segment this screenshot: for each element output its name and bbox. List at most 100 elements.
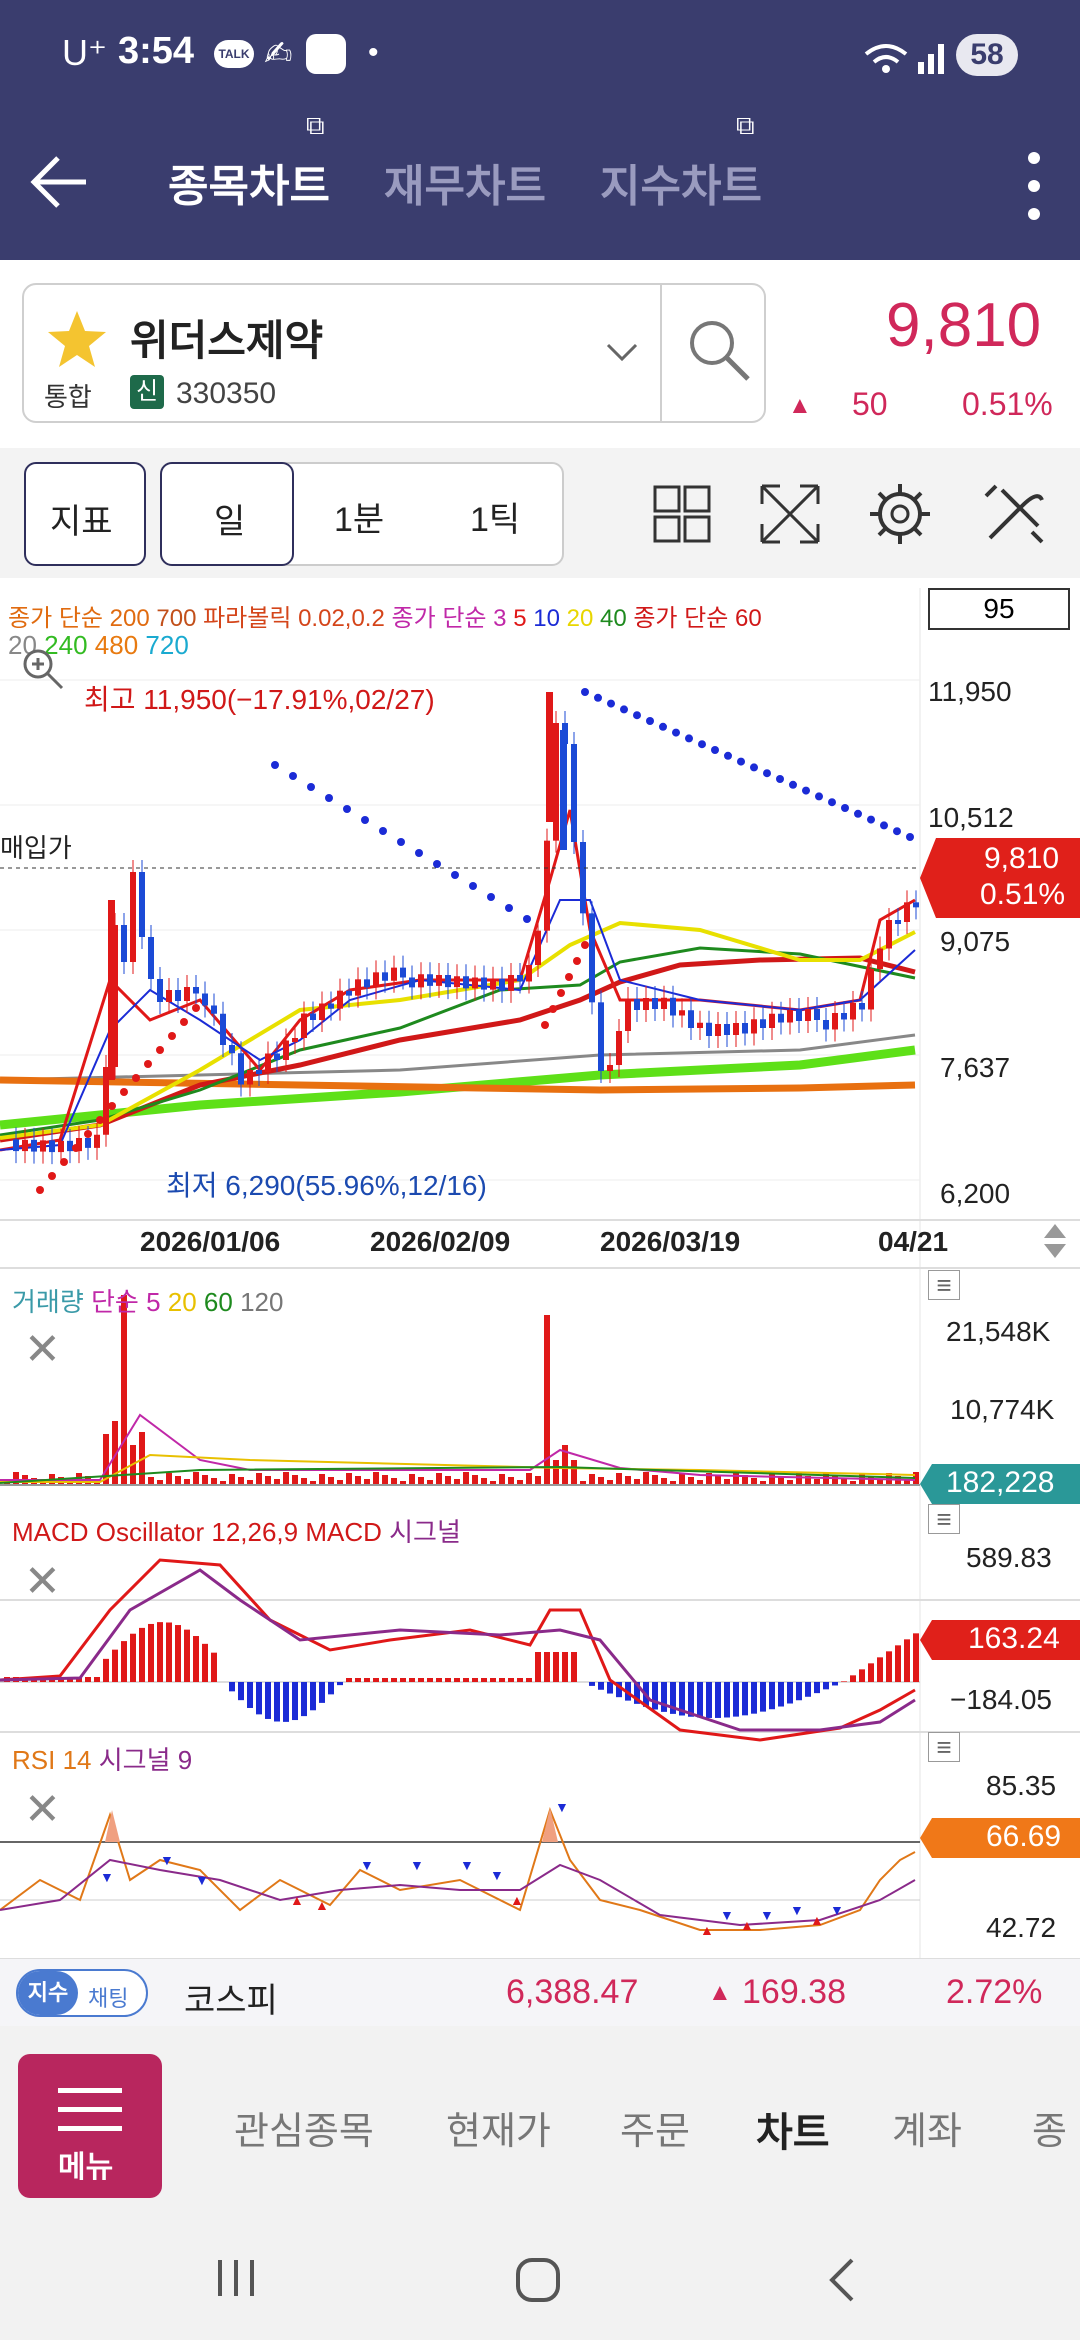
menu-button[interactable]: 메뉴 bbox=[18, 2054, 162, 2198]
sar-dot bbox=[828, 798, 836, 807]
macd-bar bbox=[571, 1652, 577, 1682]
candle-body bbox=[108, 900, 115, 1080]
chat-badge[interactable]: 채팅 bbox=[88, 1981, 128, 2013]
close-rsi-icon[interactable]: ✕ bbox=[24, 1784, 61, 1835]
nav-watchlist[interactable]: 관심종목 bbox=[234, 2100, 374, 2155]
fullscreen-icon[interactable] bbox=[758, 482, 822, 546]
macd-bar bbox=[454, 1678, 460, 1682]
volume-legend-title: 거래량 bbox=[12, 1287, 84, 1317]
nav-order[interactable]: 주문 bbox=[620, 2100, 690, 2155]
macd-menu-icon[interactable]: ≡ bbox=[928, 1504, 960, 1534]
stock-selector[interactable]: 위더스제약 통합 신 330350 bbox=[22, 283, 766, 423]
more-menu-icon[interactable] bbox=[1024, 146, 1044, 226]
index-ticker-bar[interactable]: 지수 채팅 코스피 6,388.47 ▲ 169.38 2.72% bbox=[0, 1958, 1080, 2026]
grid-layout-icon[interactable] bbox=[652, 484, 712, 544]
gear-icon[interactable] bbox=[868, 482, 932, 546]
legend-ma200: 종가 단순 200 bbox=[8, 605, 150, 632]
nav-more[interactable]: 종 bbox=[1032, 2100, 1067, 2155]
candle-body bbox=[31, 1139, 37, 1152]
sar-dot bbox=[451, 871, 459, 879]
chart-area[interactable]: ▼ ▼ ▼ ▲ ▲ ▼ ▼ ▼ ▼ ▲ ▼ ▲ ▼ ▲ ▼ ▼ ▲ ▼ 종가 단순 200 700 파라볼릭 0.… bbox=[0, 580, 1080, 1958]
sar-dot bbox=[646, 717, 654, 725]
candle-body bbox=[247, 1070, 253, 1085]
candle-body bbox=[58, 1140, 64, 1153]
home-icon[interactable] bbox=[514, 2256, 562, 2304]
app-header: 종목차트 재무차트 지수차트 ⧉ ⧉ bbox=[0, 110, 1080, 260]
candle-body bbox=[445, 975, 451, 988]
legend-ma720: 720 bbox=[145, 630, 189, 660]
macd-bar bbox=[715, 1682, 721, 1718]
candle-body bbox=[560, 730, 567, 850]
nav-current-price[interactable]: 현재가 bbox=[446, 2100, 551, 2155]
back-icon[interactable] bbox=[824, 2256, 860, 2304]
candle-body bbox=[859, 1003, 865, 1010]
candle-body bbox=[382, 972, 388, 981]
main-chart-legend: 종가 단순 200 700 파라볼릭 0.02,0.2 종가 단순 3 5 10… bbox=[8, 598, 762, 633]
date-label: 2026/03/19 bbox=[600, 1226, 741, 1257]
macd-legend-macd: MACD bbox=[305, 1517, 382, 1547]
sar-dot bbox=[307, 783, 315, 791]
star-icon[interactable] bbox=[46, 309, 108, 369]
candle-body bbox=[292, 1038, 298, 1042]
candle-body bbox=[283, 1040, 289, 1060]
close-volume-icon[interactable]: ✕ bbox=[24, 1324, 61, 1375]
macd-bar bbox=[508, 1678, 514, 1682]
candle-body bbox=[778, 1013, 784, 1023]
macd-bar bbox=[814, 1682, 820, 1694]
candle-body bbox=[679, 1010, 685, 1016]
scroll-arrows-icon[interactable] bbox=[1040, 1218, 1070, 1264]
macd-bar bbox=[130, 1633, 136, 1682]
volume-bar bbox=[418, 1477, 424, 1485]
candle-body bbox=[751, 1019, 757, 1034]
index-badge[interactable]: 지수 bbox=[18, 1971, 78, 2015]
sar-dot bbox=[549, 1005, 557, 1013]
sar-dot bbox=[685, 734, 693, 743]
rsi-menu-icon[interactable]: ≡ bbox=[928, 1732, 960, 1762]
stock-name: 위더스제약 bbox=[130, 317, 324, 364]
candle-count-input[interactable]: 95 bbox=[928, 588, 1070, 630]
wifi-signal-icon bbox=[864, 44, 944, 74]
back-arrow-icon[interactable] bbox=[28, 150, 92, 214]
candle-body bbox=[454, 976, 460, 988]
candle-body bbox=[535, 930, 541, 965]
macd-bar bbox=[886, 1651, 892, 1682]
macd-bar bbox=[760, 1682, 766, 1712]
zoom-icon[interactable] bbox=[18, 644, 68, 694]
indicator-button[interactable]: 지표 bbox=[24, 462, 146, 566]
volume-menu-icon[interactable]: ≡ bbox=[928, 1270, 960, 1300]
macd-oscillator-bars bbox=[4, 1622, 919, 1722]
rsi-signal-arrow: ▲ bbox=[810, 1912, 824, 1928]
sar-dot bbox=[659, 722, 667, 731]
tools-icon[interactable] bbox=[982, 482, 1046, 546]
macd-bar bbox=[283, 1682, 289, 1722]
volume-bar bbox=[535, 1476, 541, 1485]
rsi-signal-arrow: ▲ bbox=[700, 1922, 714, 1938]
sar-dot bbox=[776, 775, 784, 783]
tab-index-chart[interactable]: 지수차트 bbox=[600, 150, 762, 214]
nav-account[interactable]: 계좌 bbox=[892, 2100, 962, 2155]
volume-bar bbox=[211, 1478, 217, 1485]
candle-body bbox=[391, 967, 397, 981]
volume-y-tick: 21,548K bbox=[946, 1316, 1051, 1347]
macd-bar bbox=[139, 1627, 145, 1682]
close-macd-icon[interactable]: ✕ bbox=[24, 1556, 61, 1607]
date-label: 04/21 bbox=[878, 1226, 949, 1257]
search-icon[interactable] bbox=[684, 315, 754, 385]
sar-dot bbox=[854, 809, 862, 818]
candle-body bbox=[319, 1003, 325, 1020]
index-chat-toggle[interactable]: 지수 채팅 bbox=[16, 1969, 148, 2017]
chevron-down-icon[interactable] bbox=[604, 341, 640, 365]
volume-bar bbox=[679, 1474, 685, 1485]
period-1tick-button[interactable]: 1틱 bbox=[470, 492, 520, 541]
tab-finance-chart[interactable]: 재무차트 bbox=[384, 150, 546, 214]
sar-dot bbox=[620, 705, 628, 714]
period-day-button[interactable]: 일 bbox=[160, 462, 294, 566]
period-1min-button[interactable]: 1분 bbox=[334, 492, 384, 541]
recent-apps-icon[interactable] bbox=[214, 2256, 258, 2300]
sar-dot bbox=[880, 821, 888, 830]
tab-stock-chart[interactable]: 종목차트 bbox=[168, 150, 330, 214]
legend-ma20: 20 bbox=[566, 605, 594, 632]
volume-bar bbox=[751, 1478, 757, 1485]
y-tick: 11,950 bbox=[928, 676, 1012, 707]
nav-chart[interactable]: 차트 bbox=[756, 2100, 830, 2158]
